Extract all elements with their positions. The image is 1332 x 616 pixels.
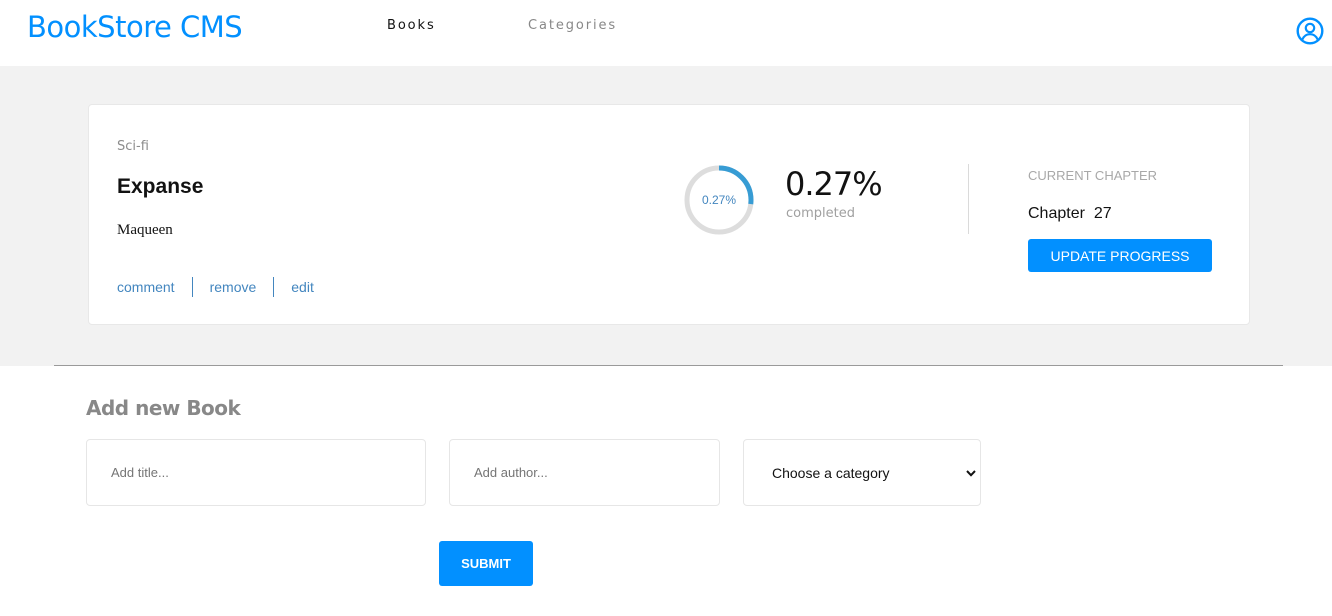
app-logo[interactable]: BookStore CMS — [27, 10, 243, 44]
user-circle-icon[interactable] — [1296, 17, 1324, 45]
author-input[interactable] — [449, 439, 720, 506]
header: BookStore CMS Books Categories — [0, 0, 1332, 66]
action-divider — [191, 277, 193, 297]
book-title: Expanse — [117, 175, 204, 198]
nav-categories[interactable]: Categories — [528, 18, 617, 33]
book-actions: comment remove edit — [117, 277, 314, 297]
category-select[interactable]: Choose a category — [743, 439, 981, 506]
add-book-heading: Add new Book — [86, 396, 241, 420]
section-divider — [54, 365, 1283, 366]
submit-button[interactable]: SUBMIT — [439, 541, 533, 586]
progress-ring-label: 0.27% — [701, 193, 737, 207]
edit-button[interactable]: edit — [291, 279, 314, 295]
progress-percent: 0.27% — [785, 165, 883, 203]
current-chapter-label: CURRENT CHAPTER — [1028, 168, 1158, 183]
category-select-value: Choose a category — [772, 465, 890, 481]
current-chapter-value: Chapter 27 — [1028, 205, 1112, 222]
completed-label: completed — [786, 206, 855, 221]
book-author: Maqueen — [117, 222, 173, 238]
nav-books[interactable]: Books — [387, 18, 436, 33]
action-divider — [273, 277, 275, 297]
vertical-divider — [968, 164, 969, 234]
title-input[interactable] — [86, 439, 426, 506]
chevron-down-icon — [966, 470, 976, 477]
remove-button[interactable]: remove — [210, 279, 257, 295]
update-progress-button[interactable]: UPDATE PROGRESS — [1028, 239, 1212, 272]
book-card: Sci-fi Expanse Maqueen comment remove ed… — [88, 104, 1250, 325]
comment-button[interactable]: comment — [117, 279, 175, 295]
book-genre: Sci-fi — [117, 139, 149, 154]
